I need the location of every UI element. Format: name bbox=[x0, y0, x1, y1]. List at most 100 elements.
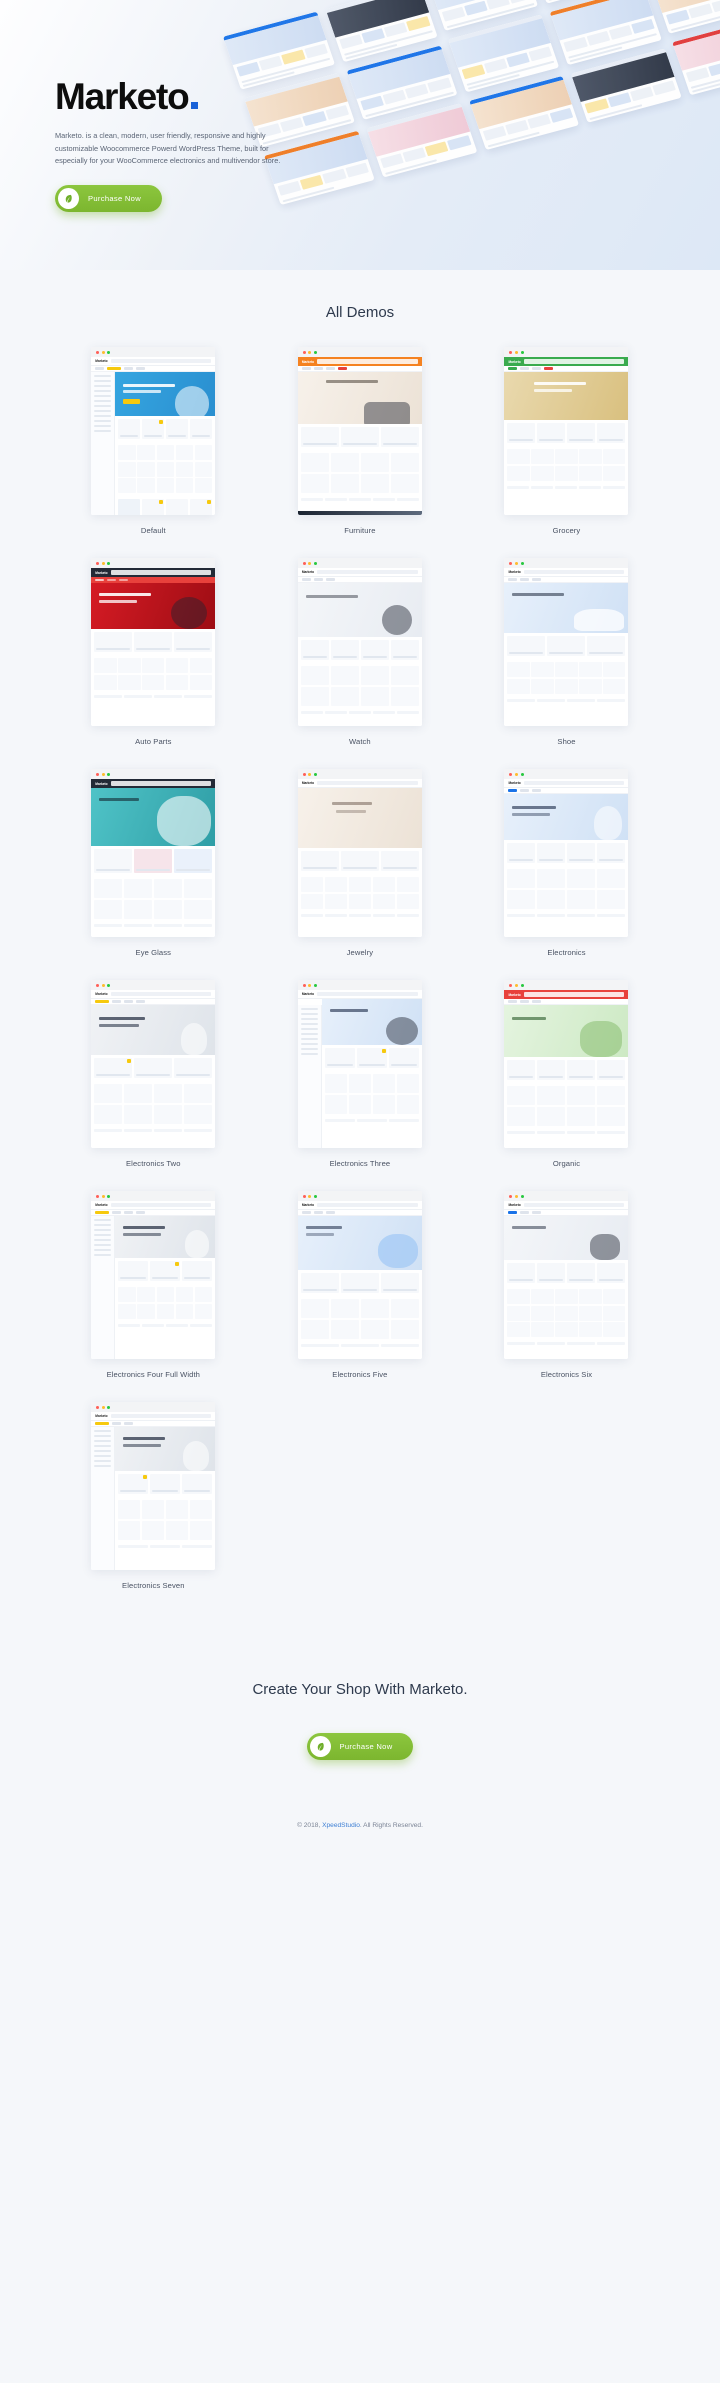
all-demos-section: All Demos Marketo Default Marketo Furnit… bbox=[0, 270, 720, 1623]
demo-preview-card[interactable]: Marketo bbox=[91, 347, 216, 515]
maximize-icon bbox=[520, 772, 524, 776]
demo-preview-card[interactable]: Marketo bbox=[91, 980, 216, 1148]
maximize-icon bbox=[107, 350, 111, 354]
demo-screenshot: Marketo bbox=[91, 357, 216, 515]
demo-item-default[interactable]: Marketo Default bbox=[50, 347, 257, 535]
close-icon bbox=[96, 772, 100, 776]
minimize-icon bbox=[101, 983, 105, 987]
copyright-suffix: . All Rights Reserved. bbox=[359, 1822, 423, 1829]
demo-item-watch[interactable]: Marketo Watch bbox=[257, 558, 464, 746]
leaf-icon bbox=[58, 188, 79, 210]
maximize-icon bbox=[314, 772, 318, 776]
demo-preview-card[interactable]: Marketo bbox=[297, 1191, 422, 1359]
demo-screenshot: Marketo bbox=[504, 357, 629, 515]
demo-grid: Marketo Default Marketo Furniture Market… bbox=[50, 347, 670, 1590]
demo-preview-card[interactable]: Marketo bbox=[504, 1191, 629, 1359]
demo-screenshot: Marketo bbox=[504, 1201, 629, 1359]
cta-section: Create Your Shop With Marketo. Purchase … bbox=[0, 1623, 720, 1760]
demo-row: Marketo Electronics Two Marketo Electron… bbox=[50, 980, 670, 1168]
demo-preview-card[interactable]: Marketo bbox=[297, 980, 422, 1148]
xpeedstudio-link[interactable]: XpeedStudio bbox=[322, 1822, 360, 1829]
maximize-icon bbox=[314, 1194, 318, 1198]
demo-preview-card[interactable]: Marketo bbox=[91, 769, 216, 937]
demo-screenshot: Marketo bbox=[504, 990, 629, 1148]
demo-label: Auto Parts bbox=[135, 737, 172, 746]
minimize-icon bbox=[308, 983, 312, 987]
close-icon bbox=[96, 350, 100, 354]
close-icon bbox=[509, 983, 513, 987]
demo-label: Electronics bbox=[547, 948, 586, 957]
demo-screenshot: Marketo bbox=[91, 568, 216, 726]
demo-item-electronics-four-full-width[interactable]: Marketo Electronics Four Full Width bbox=[50, 1191, 257, 1379]
minimize-icon bbox=[515, 561, 519, 565]
window-chrome bbox=[504, 1191, 629, 1201]
demo-item-electronics-three[interactable]: Marketo Electronics Three bbox=[257, 980, 464, 1168]
leaf-icon bbox=[309, 1736, 331, 1757]
maximize-icon bbox=[520, 983, 524, 987]
purchase-now-button-hero[interactable]: Purchase Now bbox=[55, 185, 162, 213]
demo-item-electronics-five[interactable]: Marketo Electronics Five bbox=[257, 1191, 464, 1379]
demo-item-furniture[interactable]: Marketo Furniture bbox=[257, 347, 464, 535]
demo-preview-card[interactable]: Marketo bbox=[297, 558, 422, 726]
demo-item-shoe[interactable]: Marketo Shoe bbox=[463, 558, 670, 746]
demo-item-auto-parts[interactable]: Marketo Auto Parts bbox=[50, 558, 257, 746]
demo-item-jewelry[interactable]: Marketo Jewelry bbox=[257, 769, 464, 957]
window-chrome bbox=[297, 769, 422, 779]
demo-preview-card[interactable]: Marketo bbox=[91, 1402, 216, 1570]
demo-row: Marketo Electronics Four Full Width Mark… bbox=[50, 1191, 670, 1379]
minimize-icon bbox=[101, 350, 105, 354]
maximize-icon bbox=[107, 1194, 111, 1198]
close-icon bbox=[302, 561, 306, 565]
window-chrome bbox=[91, 1402, 216, 1412]
purchase-now-button-footer[interactable]: Purchase Now bbox=[306, 1733, 414, 1760]
close-icon bbox=[509, 561, 513, 565]
demo-label: Electronics Seven bbox=[122, 1581, 185, 1590]
purchase-now-label: Purchase Now bbox=[339, 1742, 393, 1751]
minimize-icon bbox=[308, 350, 312, 354]
horizontal-scrollbar[interactable] bbox=[297, 511, 422, 515]
demo-preview-card[interactable]: Marketo bbox=[504, 980, 629, 1148]
demo-preview-card[interactable]: Marketo bbox=[504, 558, 629, 726]
demo-preview-card[interactable]: Marketo bbox=[91, 558, 216, 726]
maximize-icon bbox=[314, 561, 318, 565]
maximize-icon bbox=[520, 350, 524, 354]
maximize-icon bbox=[314, 983, 318, 987]
demo-slot-empty bbox=[257, 1402, 464, 1590]
copyright-prefix: © 2018, bbox=[297, 1822, 323, 1829]
demo-item-electronics[interactable]: Marketo Electronics bbox=[463, 769, 670, 957]
demo-item-electronics-seven[interactable]: Marketo Electronics Seven bbox=[50, 1402, 257, 1590]
close-icon bbox=[302, 350, 306, 354]
demo-item-grocery[interactable]: Marketo Grocery bbox=[463, 347, 670, 535]
close-icon bbox=[509, 772, 513, 776]
demo-item-electronics-six[interactable]: Marketo Electronics Six bbox=[463, 1191, 670, 1379]
demo-preview-card[interactable]: Marketo bbox=[297, 769, 422, 937]
demo-preview-card[interactable]: Marketo bbox=[504, 347, 629, 515]
demo-screenshot: Marketo bbox=[297, 568, 422, 726]
close-icon bbox=[96, 1194, 100, 1198]
demo-label: Grocery bbox=[552, 526, 581, 535]
demo-slot-empty bbox=[463, 1402, 670, 1590]
minimize-icon bbox=[515, 1194, 519, 1198]
all-demos-heading: All Demos bbox=[325, 304, 395, 321]
close-icon bbox=[302, 1194, 306, 1198]
demo-item-organic[interactable]: Marketo Organic bbox=[463, 980, 670, 1168]
brand-name: Marketo bbox=[55, 76, 190, 117]
close-icon bbox=[96, 983, 100, 987]
window-chrome bbox=[504, 347, 629, 357]
collage-thumb bbox=[652, 0, 720, 34]
brand-accent-dot bbox=[191, 102, 199, 109]
demo-row: Marketo Auto Parts Marketo Watch Marketo… bbox=[50, 558, 670, 746]
demo-preview-card[interactable]: Marketo bbox=[297, 347, 422, 515]
close-icon bbox=[302, 772, 306, 776]
maximize-icon bbox=[107, 983, 111, 987]
demo-preview-card[interactable]: Marketo bbox=[504, 769, 629, 937]
minimize-icon bbox=[515, 983, 519, 987]
demo-item-eye-glass[interactable]: Marketo Eye Glass bbox=[50, 769, 257, 957]
demo-preview-card[interactable]: Marketo bbox=[91, 1191, 216, 1359]
hero-description: Marketo. is a clean, modern, user friend… bbox=[55, 131, 281, 166]
demo-item-electronics-two[interactable]: Marketo Electronics Two bbox=[50, 980, 257, 1168]
window-chrome bbox=[91, 1191, 216, 1201]
maximize-icon bbox=[107, 561, 111, 565]
demo-screenshot: Marketo bbox=[91, 779, 216, 937]
minimize-icon bbox=[308, 561, 312, 565]
